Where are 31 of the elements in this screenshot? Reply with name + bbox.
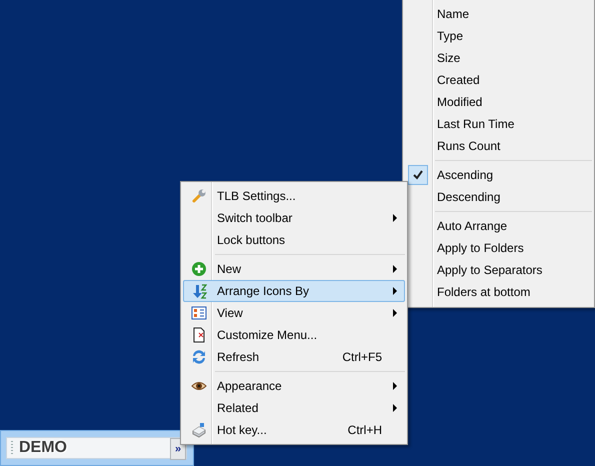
menu-item[interactable]: View [183, 302, 405, 324]
wrench-icon [191, 188, 207, 204]
menu-item[interactable]: Apply to Separators [434, 263, 592, 277]
menu-item[interactable]: Lock buttons [183, 229, 405, 251]
menu-item[interactable]: Refresh Ctrl+F5 [183, 346, 405, 368]
menu-item[interactable]: Apply to Folders [434, 241, 592, 255]
menu-item[interactable]: Customize Menu... [183, 324, 405, 346]
menu-item[interactable]: Runs Count [434, 139, 592, 153]
sort-arrow-icon [191, 283, 207, 299]
menu-item[interactable]: Name [434, 7, 592, 21]
menu-item[interactable]: Modified [434, 95, 592, 109]
menu-item[interactable]: Descending [434, 190, 592, 204]
menu-item[interactable]: TLB Settings... [183, 185, 405, 207]
document-icon [191, 327, 207, 343]
menu-item[interactable]: Arrange Icons By [183, 280, 405, 302]
list-view-icon [191, 305, 207, 321]
menu-item[interactable]: Hot key... Ctrl+H [183, 419, 405, 441]
menu-item[interactable]: Related [183, 397, 405, 419]
plus-icon [191, 261, 207, 277]
menu-item[interactable]: Created [434, 73, 592, 87]
menu-item[interactable]: Auto Arrange [434, 219, 592, 233]
menu-item[interactable]: Size [434, 51, 592, 65]
menu-item[interactable]: Appearance [183, 375, 405, 397]
menu-item[interactable]: Switch toolbar [183, 207, 405, 229]
toolbar-title: DEMO [19, 439, 68, 457]
menu-item[interactable]: Type [434, 29, 592, 43]
refresh-icon [191, 349, 207, 365]
menu-item[interactable]: Ascending [434, 168, 592, 182]
menu-item[interactable]: Folders at bottom [434, 285, 592, 299]
menu-item[interactable]: Last Run Time [434, 117, 592, 131]
menu-item[interactable]: New [183, 258, 405, 280]
